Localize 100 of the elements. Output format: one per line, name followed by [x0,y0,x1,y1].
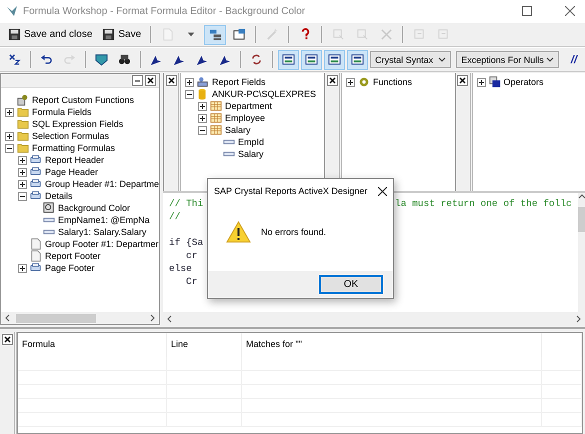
collapse-icon[interactable] [18,192,27,200]
scrollbar-thumb[interactable] [16,314,96,322]
move-icon [412,28,426,41]
folder-icon [17,142,29,154]
close-icon[interactable] [457,75,468,86]
tree-item[interactable]: Salary1: Salary.Salary [58,227,146,237]
section-icon [30,166,42,178]
code-line: if {Sa [169,237,204,250]
tree-item[interactable]: Salary [225,125,251,135]
toolbar-button[interactable] [347,50,368,70]
toolbar-button[interactable] [204,24,226,44]
close-icon[interactable] [2,334,12,345]
code-line: Cr [186,276,198,289]
toolbar-button[interactable] [301,50,322,70]
rename-icon [356,28,369,41]
report-fields-icon [197,76,209,88]
table-icon [210,112,222,124]
collapse-icon[interactable] [198,126,207,134]
operators-icon [488,76,500,88]
expand-icon[interactable] [18,168,27,176]
folder-icon [17,118,29,130]
tree-item[interactable]: Formula Fields [32,107,92,117]
dropdown[interactable]: Crystal Syntax [370,51,452,68]
collapse-icon[interactable] [5,144,14,152]
table-cell [542,385,582,399]
wand-icon [266,28,279,41]
expand-icon[interactable] [198,102,207,110]
toolbar-button[interactable] [324,50,346,70]
folder-icon [17,130,29,142]
column-header[interactable]: Matches for "" [242,333,542,357]
dialog-message: No errors found. [261,227,326,237]
expand-icon[interactable] [346,78,355,86]
bookmark-icon [94,53,108,66]
scroll-up-icon[interactable] [578,193,585,201]
tree-item[interactable]: Page Header [45,167,98,177]
column-header[interactable]: Line [167,333,242,357]
tree-item[interactable]: EmpId [238,137,264,147]
tree-item[interactable]: Formatting Formulas [32,143,116,153]
tree-item[interactable]: Background Color [58,203,130,213]
scroll-left-icon[interactable] [4,314,12,322]
document-icon [160,28,174,41]
tree-item[interactable]: Selection Formulas [32,131,110,141]
tree-item[interactable]: Salary [238,149,264,159]
scrollbar[interactable] [578,193,585,312]
expand-icon[interactable] [476,78,486,86]
expand-icon[interactable] [185,78,194,86]
close-icon[interactable] [378,186,387,196]
tree-item[interactable]: EmpName1: @EmpNa [58,215,150,225]
scrollbar-thumb[interactable] [578,207,585,232]
undo-icon [40,53,53,66]
section-icon [30,178,42,190]
code-line: else [169,263,192,276]
tree-item[interactable]: Report Header [45,155,104,165]
refresh-icon [250,53,264,66]
close-icon[interactable] [326,75,338,86]
tree-item[interactable]: Page Footer [45,263,95,273]
tree-item[interactable]: Report Fields [212,77,266,87]
expand-icon[interactable] [18,264,27,272]
ok-button[interactable]: OK [319,275,383,294]
save-icon [8,28,21,41]
scroll-right-icon[interactable] [148,314,156,322]
tree-item[interactable]: Report Footer [45,251,101,261]
scrollbar[interactable] [1,312,159,324]
code-line: // [169,211,180,224]
tree-item[interactable]: SQL Expression Fields [32,119,124,129]
maximize-icon[interactable] [522,6,532,16]
tree-item[interactable]: Report Custom Functions [32,95,134,105]
expand-icon[interactable] [198,114,207,122]
tree-item[interactable]: Details [45,191,73,201]
toolbar-button[interactable]: Save and close [4,24,96,44]
warning-icon [226,221,251,243]
expand-icon[interactable] [18,180,27,188]
tree-item[interactable]: Group Header #1: Departme [45,179,159,189]
scroll-right-icon[interactable] [574,314,582,322]
expand-icon[interactable] [18,156,27,164]
pane-icon [351,53,364,66]
toolbar-button[interactable]: Save [98,24,146,44]
page-icon [30,238,42,250]
collapse-icon[interactable] [185,90,194,98]
dropdown[interactable]: Exceptions For Nulls [456,51,559,68]
window-icon [232,28,246,41]
tree-item[interactable]: Operators [504,77,544,87]
tree-item[interactable]: Functions [373,77,412,87]
column-header[interactable]: Formula [18,333,167,357]
expand-icon[interactable] [5,108,14,116]
tree-item[interactable]: ANKUR-PC\SQLEXPRES [212,89,316,99]
toolbar-button[interactable] [278,50,300,70]
expand-icon[interactable] [5,132,14,140]
rename-icon [332,28,345,41]
scrollbar[interactable] [163,312,585,325]
delete-icon [380,28,393,41]
dialog-title: SAP Crystal Reports ActiveX Designer [214,186,368,196]
tree-item[interactable]: Group Footer #1: Departmer [45,239,159,249]
code-line: la must return one of the follc [395,198,572,211]
scroll-left-icon[interactable] [166,314,174,322]
comment-button[interactable]: // [566,50,582,70]
close-icon[interactable] [166,75,176,86]
tree-item[interactable]: Employee [225,113,266,123]
tree-item[interactable]: Department [225,101,272,111]
close-icon[interactable] [145,75,156,86]
